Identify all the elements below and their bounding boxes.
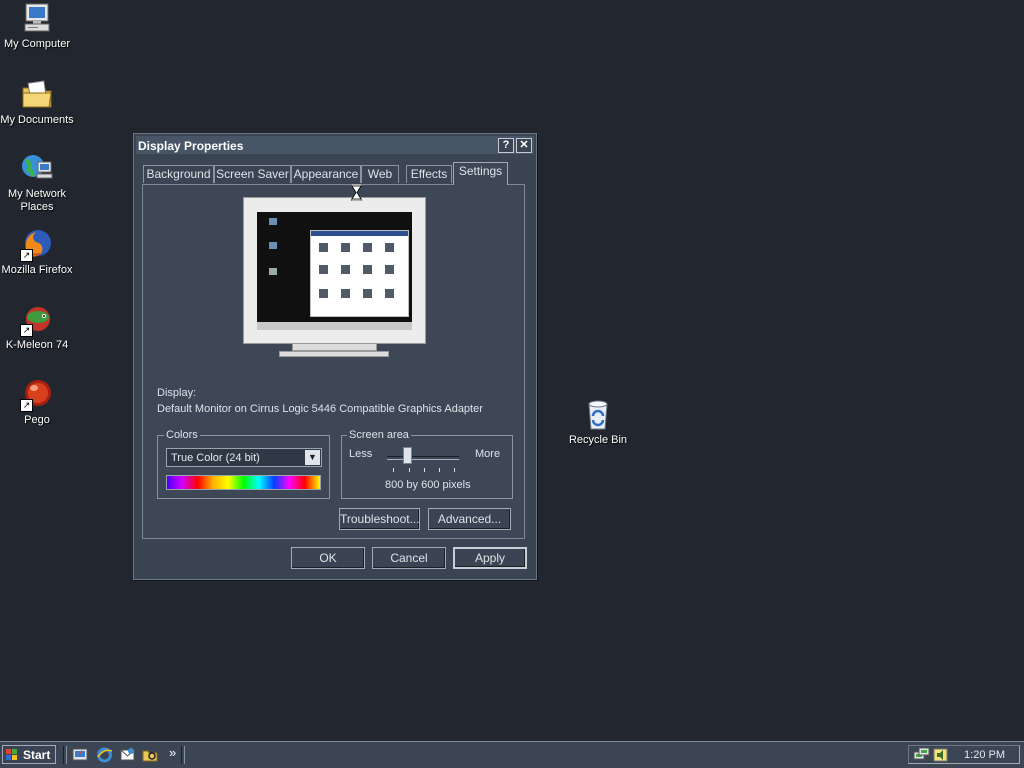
shortcut-arrow-icon: ↗ [20, 249, 33, 262]
start-button[interactable]: Start [2, 745, 56, 764]
tab-screen-saver[interactable]: Screen Saver [214, 165, 291, 183]
desktop-icon-pego[interactable]: ↗ Pego [0, 378, 74, 427]
screen-area-group: Screen area Less More 800 by 600 pixels [341, 429, 513, 499]
desktop-icon-label: Mozilla Firefox [1, 264, 73, 276]
screen-resolution-value: 800 by 600 pixels [385, 479, 471, 491]
desktop-icon-label: K-Meleon 74 [5, 339, 69, 351]
taskbar-separator [181, 746, 185, 764]
clock[interactable]: 1:20 PM [964, 749, 1005, 761]
screen-area-slider-track[interactable] [387, 456, 459, 460]
firefox-icon: ↗ [20, 228, 54, 262]
shortcut-arrow-icon: ↗ [20, 399, 33, 412]
desktop-icon-recycle-bin[interactable]: Recycle Bin [561, 398, 635, 447]
monitor-preview [243, 197, 426, 344]
slider-tick [409, 468, 410, 472]
color-depth-select[interactable]: True Color (24 bit) ▼ [166, 448, 322, 467]
recycle-bin-icon [581, 398, 615, 432]
color-depth-value: True Color (24 bit) [171, 452, 260, 464]
troubleshoot-button[interactable]: Troubleshoot... [339, 508, 420, 530]
k-meleon-icon: ↗ [20, 303, 54, 337]
slider-tick [424, 468, 425, 472]
color-spectrum-bar [166, 475, 321, 490]
tab-settings[interactable]: Settings [453, 162, 508, 185]
desktop-icon-mozilla-firefox[interactable]: ↗ Mozilla Firefox [0, 228, 74, 277]
hourglass-cursor-icon [350, 183, 363, 202]
ok-button[interactable]: OK [291, 547, 365, 569]
screen-area-slider-thumb[interactable] [403, 447, 413, 464]
quick-launch-overflow-chevron[interactable]: » [169, 745, 176, 760]
more-label: More [475, 448, 501, 460]
desktop-icon-label: Recycle Bin [568, 434, 628, 446]
monitor-base [279, 351, 389, 357]
window-title: Display Properties [138, 139, 244, 153]
display-adapter-value: Default Monitor on Cirrus Logic 5446 Com… [157, 403, 483, 415]
settings-panel: Display: Default Monitor on Cirrus Logic… [142, 183, 525, 539]
close-button[interactable]: ✕ [516, 138, 532, 153]
tab-web[interactable]: Web [361, 165, 399, 183]
system-tray: 1:20 PM [908, 745, 1020, 764]
help-button[interactable]: ? [498, 138, 514, 153]
windows-explorer-icon[interactable] [142, 746, 159, 763]
taskbar: Start » 1:20 PM [0, 741, 1024, 768]
desktop-icon-my-computer[interactable]: My Computer [0, 2, 74, 51]
display-label: Display: [157, 387, 197, 399]
tab-strip: Background Screen Saver Appearance Web E… [142, 162, 526, 185]
colors-group-label: Colors [164, 429, 200, 441]
desktop-icon-k-meleon[interactable]: ↗ K-Meleon 74 [0, 303, 74, 352]
tab-effects[interactable]: Effects [406, 165, 452, 183]
network-places-icon [20, 152, 54, 186]
desktop-icon-label: My Documents [0, 114, 74, 126]
internet-explorer-icon[interactable] [96, 746, 113, 763]
tab-appearance[interactable]: Appearance [291, 165, 361, 183]
tab-background[interactable]: Background [143, 165, 214, 183]
chevron-down-icon[interactable]: ▼ [305, 450, 320, 465]
computer-icon [20, 2, 54, 36]
title-bar[interactable]: Display Properties ? ✕ [136, 136, 534, 154]
start-label: Start [23, 748, 51, 762]
advanced-button[interactable]: Advanced... [428, 508, 511, 530]
network-status-icon[interactable] [913, 746, 930, 763]
desktop-icon-label: My Network Places [7, 188, 67, 213]
windows-logo-icon [6, 749, 17, 760]
colors-group: Colors True Color (24 bit) ▼ [157, 429, 330, 499]
desktop-icon-my-network-places[interactable]: My Network Places [0, 152, 74, 214]
slider-tick [454, 468, 455, 472]
shortcut-arrow-icon: ↗ [20, 324, 33, 337]
monitor-stand [292, 343, 377, 351]
show-desktop-icon[interactable] [72, 746, 89, 763]
outlook-express-icon[interactable] [119, 746, 136, 763]
volume-icon[interactable] [932, 746, 949, 763]
pego-icon: ↗ [20, 378, 54, 412]
slider-tick [393, 468, 394, 472]
desktop-icon-label: Pego [24, 414, 50, 426]
desktop-icon-label: My Computer [3, 38, 71, 50]
less-label: Less [349, 448, 373, 460]
documents-folder-icon [20, 78, 54, 112]
screen-area-group-label: Screen area [347, 429, 411, 441]
cancel-button[interactable]: Cancel [372, 547, 446, 569]
desktop-preview-screen [257, 212, 412, 330]
quick-launch-separator [63, 746, 67, 764]
display-properties-window: Display Properties ? ✕ Background Screen… [133, 133, 537, 580]
desktop-icon-my-documents[interactable]: My Documents [0, 78, 74, 127]
slider-tick [439, 468, 440, 472]
apply-button[interactable]: Apply [453, 547, 527, 569]
